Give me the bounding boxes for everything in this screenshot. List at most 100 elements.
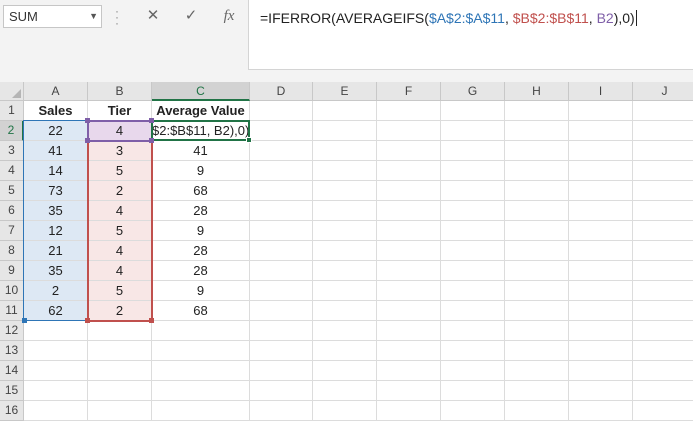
cell-h12[interactable] [505,321,569,341]
cell-g12[interactable] [441,321,505,341]
select-all-button[interactable] [0,82,24,101]
cell-g8[interactable] [441,241,505,261]
cell-j14[interactable] [633,361,693,381]
row-header-10[interactable]: 10 [0,281,24,301]
range-handle-tier[interactable] [85,318,90,323]
cell-a11[interactable]: 62 [24,301,88,321]
row-header-5[interactable]: 5 [0,181,24,201]
cell-d3[interactable] [250,141,313,161]
cell-b4[interactable]: 5 [88,161,152,181]
cell-h3[interactable] [505,141,569,161]
cell-c9[interactable]: 28 [152,261,250,281]
cell-h8[interactable] [505,241,569,261]
cell-d7[interactable] [250,221,313,241]
row-header-16[interactable]: 16 [0,401,24,421]
cell-i5[interactable] [569,181,633,201]
cell-b16[interactable] [88,401,152,421]
cell-f3[interactable] [377,141,441,161]
cell-d13[interactable] [250,341,313,361]
cell-c5[interactable]: 68 [152,181,250,201]
cell-b9[interactable]: 4 [88,261,152,281]
cell-f10[interactable] [377,281,441,301]
cell-g6[interactable] [441,201,505,221]
drag-handle-icon[interactable]: · · · [115,5,119,29]
cell-c16[interactable] [152,401,250,421]
cell-e4[interactable] [313,161,377,181]
cell-d9[interactable] [250,261,313,281]
cell-a10[interactable]: 2 [24,281,88,301]
cell-h1[interactable] [505,101,569,121]
column-header-g[interactable]: G [441,82,505,101]
cell-b5[interactable]: 2 [88,181,152,201]
cell-i15[interactable] [569,381,633,401]
cell-f8[interactable] [377,241,441,261]
column-header-j[interactable]: J [633,82,693,101]
cell-a12[interactable] [24,321,88,341]
cell-g7[interactable] [441,221,505,241]
cell-c7[interactable]: 9 [152,221,250,241]
range-handle-criteria[interactable] [85,138,90,143]
cell-f7[interactable] [377,221,441,241]
column-header-h[interactable]: H [505,82,569,101]
cell-b15[interactable] [88,381,152,401]
spreadsheet-grid[interactable]: A B C D E F G H I J 1 Sales Tier Average Value 2 22 4 $2:… [0,82,693,428]
cell-g14[interactable] [441,361,505,381]
cell-h7[interactable] [505,221,569,241]
cell-a5[interactable]: 73 [24,181,88,201]
cell-j1[interactable] [633,101,693,121]
cell-f15[interactable] [377,381,441,401]
column-header-c[interactable]: C [152,82,250,101]
cell-f5[interactable] [377,181,441,201]
cell-h13[interactable] [505,341,569,361]
cell-c6[interactable]: 28 [152,201,250,221]
insert-function-icon[interactable]: fx [218,5,240,27]
cell-j12[interactable] [633,321,693,341]
cell-d6[interactable] [250,201,313,221]
cell-j11[interactable] [633,301,693,321]
cell-f1[interactable] [377,101,441,121]
cell-i10[interactable] [569,281,633,301]
cell-e7[interactable] [313,221,377,241]
cell-a2[interactable]: 22 [24,121,88,141]
cell-j6[interactable] [633,201,693,221]
range-handle-tier[interactable] [149,318,154,323]
range-handle-criteria[interactable] [85,118,90,123]
cell-a4[interactable]: 14 [24,161,88,181]
cell-d14[interactable] [250,361,313,381]
cell-c8[interactable]: 28 [152,241,250,261]
row-header-12[interactable]: 12 [0,321,24,341]
row-header-1[interactable]: 1 [0,101,24,121]
cell-i7[interactable] [569,221,633,241]
cell-f13[interactable] [377,341,441,361]
column-header-f[interactable]: F [377,82,441,101]
cell-f12[interactable] [377,321,441,341]
cell-d12[interactable] [250,321,313,341]
active-cell-c2[interactable]: $2:$B$11, B2),0) [152,121,250,141]
cell-j16[interactable] [633,401,693,421]
cell-b2[interactable]: 4 [88,121,152,141]
header-cell-a[interactable]: Sales [24,101,88,121]
cell-j7[interactable] [633,221,693,241]
row-header-8[interactable]: 8 [0,241,24,261]
cell-b6[interactable]: 4 [88,201,152,221]
cell-d8[interactable] [250,241,313,261]
cell-h4[interactable] [505,161,569,181]
row-header-15[interactable]: 15 [0,381,24,401]
cell-i3[interactable] [569,141,633,161]
cell-f9[interactable] [377,261,441,281]
row-header-11[interactable]: 11 [0,301,24,321]
cell-j8[interactable] [633,241,693,261]
enter-icon[interactable]: ✓ [180,5,202,27]
cell-g10[interactable] [441,281,505,301]
cell-a6[interactable]: 35 [24,201,88,221]
range-handle-criteria[interactable] [149,118,154,123]
cell-g11[interactable] [441,301,505,321]
cell-c10[interactable]: 9 [152,281,250,301]
cell-c4[interactable]: 9 [152,161,250,181]
cell-d16[interactable] [250,401,313,421]
cell-a14[interactable] [24,361,88,381]
cell-c11[interactable]: 68 [152,301,250,321]
column-header-d[interactable]: D [250,82,313,101]
cell-d15[interactable] [250,381,313,401]
cell-e10[interactable] [313,281,377,301]
